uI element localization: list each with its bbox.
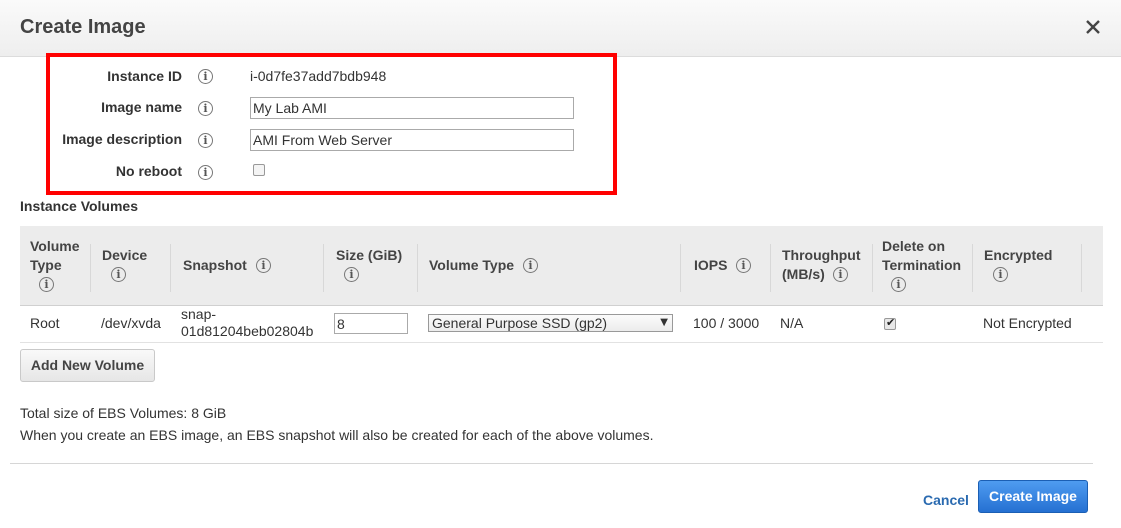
- total-size-text: Total size of EBS Volumes: 8 GiB: [20, 405, 227, 421]
- info-icon[interactable]: i: [111, 267, 126, 282]
- col-volume-type-line1: Volume: [30, 238, 80, 254]
- volume-type-cell: Root: [30, 315, 60, 331]
- info-icon[interactable]: i: [344, 267, 359, 282]
- snapshot-cell: snap- 01d81204beb02804b: [181, 306, 313, 340]
- instance-volumes-heading: Instance Volumes: [20, 198, 139, 214]
- col-encrypted: Encrypted: [984, 247, 1053, 263]
- col-delete-line1: Delete on: [882, 238, 946, 254]
- image-description-label: Image description: [62, 131, 182, 147]
- caret-down-icon: ▼: [660, 317, 668, 328]
- column-divider: [680, 244, 681, 292]
- snapshot-line2: 01d81204beb02804b: [181, 323, 314, 339]
- info-icon[interactable]: i: [993, 267, 1008, 282]
- volume-type-selected-value: General Purpose SSD (gp2): [432, 315, 608, 331]
- col-device: Device: [102, 247, 148, 263]
- col-iops: IOPS: [694, 257, 728, 273]
- column-divider: [770, 244, 771, 292]
- close-icon[interactable]: [1082, 16, 1104, 38]
- image-name-label: Image name: [101, 99, 182, 115]
- col-delete-on-termination: Delete on Termination: [882, 237, 961, 275]
- no-reboot-checkbox[interactable]: [253, 164, 265, 176]
- col-size: Size (GiB): [336, 247, 403, 263]
- col-snapshot: Snapshot: [183, 257, 247, 273]
- throughput-cell: N/A: [780, 315, 804, 331]
- column-divider: [972, 244, 973, 292]
- dialog-title: Create Image: [20, 16, 146, 38]
- size-input[interactable]: [334, 313, 408, 334]
- column-divider: [323, 244, 324, 292]
- col-delete-line2: Termination: [882, 257, 962, 273]
- col-volume-type-select: Volume Type: [429, 257, 515, 273]
- create-image-button[interactable]: Create Image: [978, 480, 1088, 513]
- volumes-table-header: Volume Type i Device i Snapshot i Size (…: [20, 226, 1103, 306]
- snapshot-note-text: When you create an EBS image, an EBS sna…: [20, 427, 654, 443]
- info-icon[interactable]: i: [891, 277, 906, 292]
- col-throughput-line2: (MB/s): [782, 266, 825, 282]
- info-icon[interactable]: i: [39, 277, 54, 292]
- image-name-input[interactable]: [250, 97, 574, 119]
- info-icon[interactable]: i: [198, 165, 213, 180]
- add-new-volume-button[interactable]: Add New Volume: [20, 349, 155, 382]
- iops-cell: 100 / 3000: [693, 315, 760, 331]
- cancel-button[interactable]: Cancel: [923, 492, 969, 508]
- info-icon[interactable]: i: [198, 101, 213, 116]
- delete-on-termination-checkbox[interactable]: [884, 316, 896, 330]
- info-icon[interactable]: i: [256, 258, 271, 273]
- instance-id-label: Instance ID: [107, 68, 182, 84]
- volume-type-select[interactable]: General Purpose SSD (gp2) ▼: [428, 314, 673, 332]
- encrypted-cell: Not Encrypted: [983, 315, 1072, 331]
- column-divider: [1081, 244, 1082, 292]
- col-volume-type: Volume Type: [30, 237, 80, 275]
- no-reboot-label: No reboot: [115, 163, 182, 179]
- snapshot-line1: snap-: [181, 306, 217, 322]
- info-icon[interactable]: i: [198, 69, 213, 84]
- image-description-input[interactable]: [250, 129, 574, 151]
- info-icon[interactable]: i: [736, 258, 751, 273]
- dialog-header: Create Image: [0, 0, 1121, 57]
- info-icon[interactable]: i: [833, 267, 848, 282]
- col-throughput: Throughput (MB/s): [782, 246, 861, 284]
- col-volume-type-line2: Type: [30, 257, 62, 273]
- col-throughput-line1: Throughput: [782, 247, 861, 263]
- device-cell: /dev/xvda: [101, 315, 161, 331]
- info-icon[interactable]: i: [523, 258, 538, 273]
- column-divider: [90, 244, 91, 292]
- column-divider: [872, 244, 873, 292]
- info-icon[interactable]: i: [198, 133, 213, 148]
- instance-id-value: i-0d7fe37add7bdb948: [250, 68, 387, 84]
- footer-divider: [10, 463, 1093, 464]
- column-divider: [170, 244, 171, 292]
- column-divider: [417, 244, 418, 292]
